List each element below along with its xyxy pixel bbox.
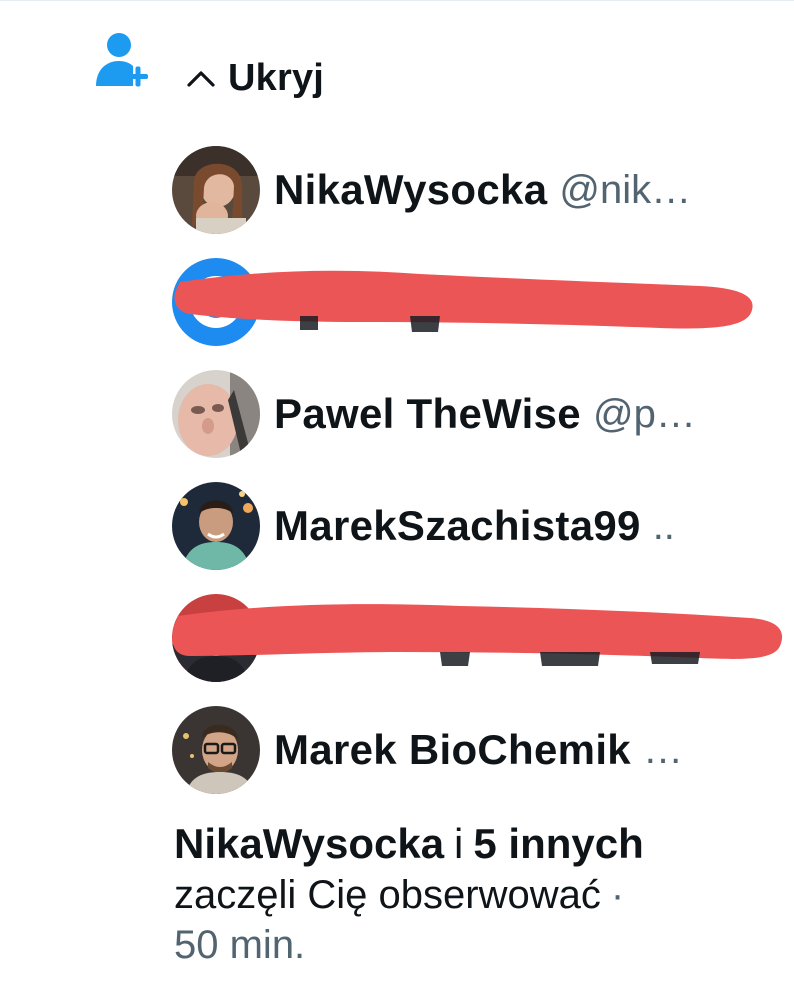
avatar[interactable] <box>172 370 260 458</box>
follower-name[interactable]: Pawel TheWise <box>274 390 581 438</box>
summary-separator: · <box>610 873 625 917</box>
follower-row[interactable]: Marek BioChemik … <box>172 706 772 818</box>
avatar[interactable] <box>172 482 260 570</box>
follower-handle: @nik… <box>559 167 692 212</box>
follower-name[interactable]: NikaWysocka <box>274 166 547 214</box>
follower-handle: @p… <box>592 391 696 436</box>
summary-actor[interactable]: NikaWysocka <box>174 820 444 867</box>
follower-row[interactable] <box>172 258 772 370</box>
notification-timestamp: 50 min. <box>174 923 306 967</box>
avatar[interactable] <box>172 594 260 682</box>
hide-toggle-label: Ukryj <box>228 56 325 99</box>
hide-toggle-button[interactable]: Ukryj <box>186 52 324 104</box>
avatar[interactable] <box>172 258 260 346</box>
summary-others[interactable]: 5 innych <box>473 820 643 867</box>
summary-action: zaczęli Cię obserwować <box>174 873 601 917</box>
follower-row[interactable] <box>172 594 772 706</box>
follower-handle: … <box>642 727 683 772</box>
person-plus-icon <box>96 33 148 87</box>
follower-name[interactable]: Marek BioChemik <box>274 726 631 774</box>
follower-handle: .. <box>652 503 675 548</box>
avatar[interactable] <box>172 706 260 794</box>
follower-row[interactable]: Pawel TheWise @p… <box>172 370 772 482</box>
follower-row[interactable]: NikaWysocka @nik… <box>172 146 772 258</box>
chevron-up-icon <box>187 71 215 87</box>
summary-conjunction: i <box>454 820 464 867</box>
follower-name[interactable]: MarekSzachista99 <box>274 502 641 550</box>
avatar[interactable] <box>172 146 260 234</box>
follower-list: NikaWysocka @nik… Pawel TheWise @p… Mare… <box>172 146 772 818</box>
follower-row[interactable]: MarekSzachista99 .. <box>172 482 772 594</box>
top-divider <box>0 0 794 1</box>
notification-summary: NikaWysocka i 5 innych zaczęli Cię obserwo… <box>174 818 764 970</box>
